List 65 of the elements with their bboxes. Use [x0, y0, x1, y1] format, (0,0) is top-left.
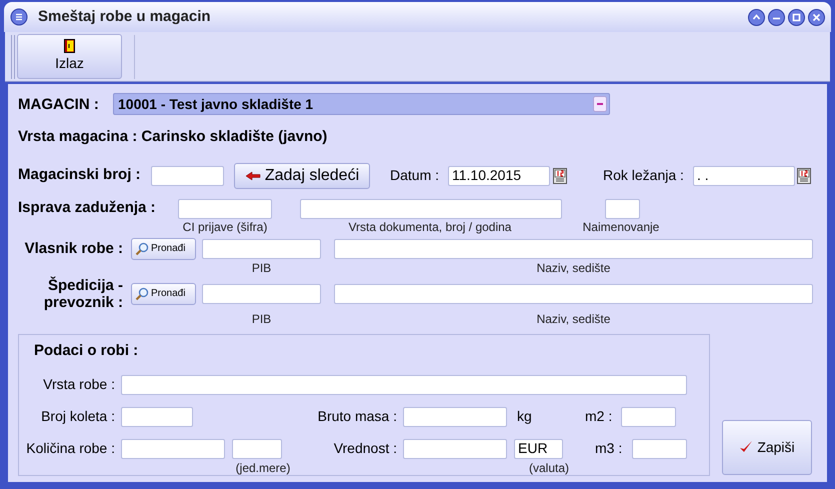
input-field[interactable]: [632, 438, 687, 458]
field-label: kg: [517, 407, 533, 426]
field-label: MAGACIN :: [18, 95, 100, 116]
field-label: m2 :: [585, 407, 614, 426]
input-field[interactable]: [121, 406, 193, 426]
input-field[interactable]: [605, 198, 640, 218]
input-field[interactable]: EUR: [514, 438, 563, 458]
input-field[interactable]: [121, 374, 687, 394]
field-caption: Vrsta dokumenta, broj / godina: [348, 220, 512, 234]
field-caption: CI prijave (šifra): [182, 220, 268, 234]
input-field[interactable]: [121, 438, 225, 458]
find-button[interactable]: Pronađi: [131, 238, 196, 260]
next-button[interactable]: Zadaj sledeći: [234, 162, 370, 188]
search-icon: [135, 286, 149, 300]
input-field[interactable]: [202, 238, 321, 258]
field-caption: PIB: [250, 260, 272, 274]
input-field[interactable]: [334, 238, 813, 258]
input-field[interactable]: 11.10.2015: [448, 166, 550, 186]
find-button[interactable]: Pronađi: [131, 282, 196, 304]
maximize-icon[interactable]: [788, 8, 805, 26]
dropdown-value: 10001 - Test javno skladište 1: [118, 94, 314, 114]
field-label: Količina robe :: [25, 439, 116, 458]
field-caption: (valuta): [528, 461, 570, 475]
input-field[interactable]: [178, 198, 272, 218]
field-label: Špedicija - prevoznik :: [42, 276, 123, 310]
minimize-icon[interactable]: [768, 8, 785, 26]
input-field[interactable]: [334, 284, 813, 304]
input-field[interactable]: [403, 406, 507, 426]
warehouse-dropdown[interactable]: 10001 - Test javno skladište 1: [113, 93, 610, 115]
input-field[interactable]: [202, 284, 321, 304]
dropdown-icon[interactable]: [593, 96, 607, 112]
field-label: Vrsta robe :: [42, 375, 116, 394]
save-button[interactable]: Zapiši: [722, 420, 812, 474]
field-caption: (jed.mere): [234, 461, 292, 475]
window-title: Smeštaj robe u magacin: [38, 6, 212, 27]
input-field[interactable]: [232, 438, 282, 458]
input-field[interactable]: [621, 406, 676, 426]
field-caption: Naziv, sedište: [536, 312, 612, 326]
field-label: Rok ležanja :: [603, 166, 685, 185]
group-title: Podaci o robi :: [34, 340, 140, 360]
field-label: Datum :: [390, 166, 440, 185]
field-label: Broj koleta :: [40, 407, 116, 426]
door-icon: [64, 39, 75, 53]
calendar-icon[interactable]: [797, 168, 811, 184]
input-field[interactable]: [300, 198, 562, 218]
field-caption: Naziv, sedište: [536, 260, 612, 274]
field-caption: Naimenovanje: [582, 220, 660, 234]
field-label: Vrednost :: [332, 439, 398, 458]
input-field[interactable]: [403, 438, 507, 458]
exit-button[interactable]: Izlaz: [17, 34, 122, 79]
search-icon: [135, 242, 149, 256]
close-icon[interactable]: [808, 8, 825, 26]
menu-icon[interactable]: [10, 8, 28, 26]
check-icon: [739, 440, 754, 454]
field-caption: PIB: [250, 312, 272, 326]
arrow-icon: [244, 170, 261, 180]
field-label: Vlasnik robe :: [24, 240, 123, 257]
field-label: Bruto masa :: [316, 407, 398, 426]
field-label: Magacinski broj :: [18, 165, 142, 186]
warehouse-type: Vrsta magacina : Carinsko skladište (javno): [18, 127, 328, 147]
input-field[interactable]: . .: [693, 166, 795, 186]
field-label: m3 :: [595, 439, 624, 458]
calendar-icon[interactable]: [553, 168, 567, 184]
input-field[interactable]: [151, 166, 224, 186]
field-label: Isprava zaduženja :: [18, 198, 157, 218]
